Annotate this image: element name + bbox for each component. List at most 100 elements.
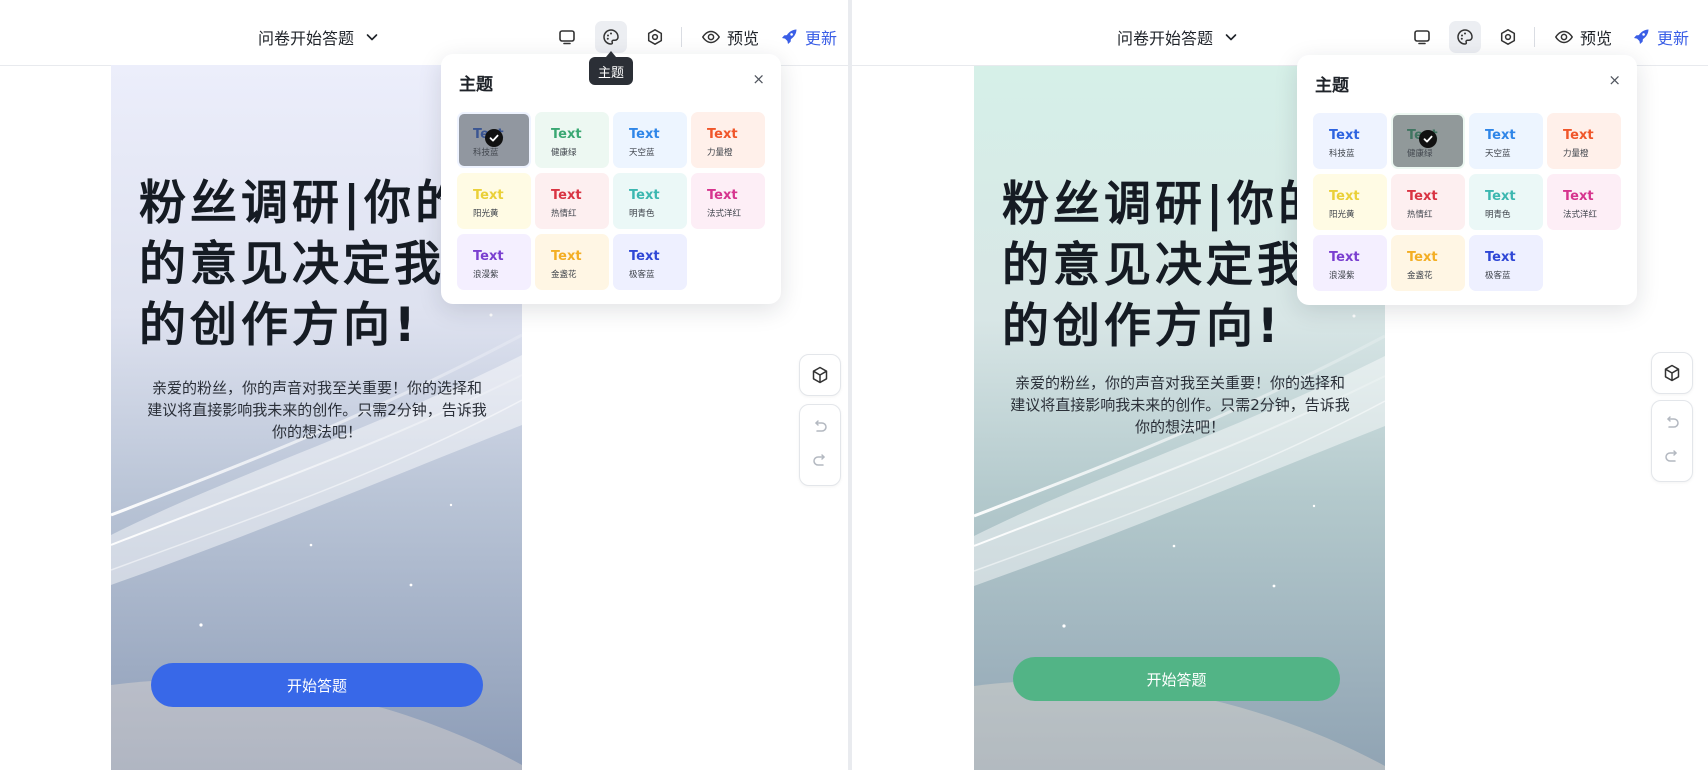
theme-tooltip: 主题	[589, 51, 633, 85]
page-select-dropdown[interactable]: 问卷开始答题	[258, 25, 380, 49]
theme-sample-text: Text	[707, 188, 738, 203]
preview-button[interactable]: 预览	[1554, 25, 1612, 49]
theme-button[interactable]	[1449, 21, 1481, 53]
theme-sample-text: Text	[1329, 189, 1360, 204]
theme-sample-text: Text	[1485, 189, 1516, 204]
theme-sample-text: Text	[1485, 250, 1516, 265]
close-icon[interactable]: ×	[1608, 71, 1621, 89]
theme-option[interactable]: Text 金盏花	[535, 234, 609, 290]
update-label: 更新	[805, 29, 838, 48]
cube-icon	[1664, 364, 1680, 382]
redo-icon	[1665, 450, 1677, 462]
theme-name-label: 健康绿	[551, 148, 577, 158]
theme-popup: 主题 × Text科技蓝Text健康绿Text天空蓝Text力量橙Text阳光黄…	[1297, 55, 1637, 305]
theme-name-label: 极客蓝	[629, 270, 655, 280]
editor-view-right: 问卷开始答题 预览 更新 粉丝调研|你的 的意见决定我 的创作方向! 亲爱的粉丝…	[852, 0, 1708, 770]
editor-view-left: 问卷开始答题 预览 更新 主题 粉丝调研|你的 的意见决定我 的创作方向! 亲爱…	[0, 0, 848, 770]
check-icon	[1419, 130, 1437, 148]
history-controls	[799, 404, 841, 486]
theme-option[interactable]: Text 极客蓝	[613, 234, 687, 290]
theme-name-label: 力量橙	[707, 148, 733, 158]
theme-name-label: 力量橙	[1563, 149, 1589, 159]
theme-option[interactable]: Text 金盏花	[1391, 235, 1465, 291]
theme-option[interactable]: Text 力量橙	[1547, 113, 1621, 169]
preview-label: 预览	[727, 29, 760, 48]
theme-sample-text: Text	[473, 188, 504, 203]
theme-option[interactable]: Text 热情红	[1391, 174, 1465, 230]
theme-button[interactable]	[595, 21, 627, 53]
device-toggle-button[interactable]	[1406, 21, 1438, 53]
theme-sample-text: Text	[1485, 128, 1516, 143]
settings-button[interactable]	[639, 21, 671, 53]
theme-name-label: 热情红	[1407, 210, 1433, 220]
check-icon	[485, 129, 503, 147]
close-icon[interactable]: ×	[752, 70, 765, 88]
components-button[interactable]	[1651, 352, 1693, 394]
theme-sample-text: Text	[1329, 250, 1360, 265]
theme-option[interactable]: Text科技蓝	[457, 112, 531, 168]
theme-option[interactable]: Text 法式洋红	[1547, 174, 1621, 230]
theme-name-label: 天空蓝	[629, 148, 655, 158]
theme-popup: 主题 × Text科技蓝Text健康绿Text天空蓝Text力量橙Text阳光黄…	[441, 54, 781, 304]
theme-sample-text: Text	[707, 127, 738, 142]
survey-description[interactable]: 亲爱的粉丝，你的声音对我至关重要！你的选择和建议将直接影响我未来的创作。只需2分…	[1010, 372, 1350, 438]
theme-option[interactable]: Text 阳光黄	[1313, 174, 1387, 230]
theme-sample-text: Text	[1563, 128, 1594, 143]
theme-popup-title: 主题	[1315, 76, 1349, 96]
eye-icon	[1554, 30, 1574, 44]
theme-option[interactable]: Text 天空蓝	[613, 112, 687, 168]
theme-name-label: 明青色	[1485, 210, 1511, 220]
rocket-icon	[782, 29, 797, 44]
components-button[interactable]	[799, 354, 841, 396]
theme-option[interactable]: Text科技蓝	[1313, 113, 1387, 169]
monitor-icon	[559, 30, 575, 45]
page-select-dropdown[interactable]: 问卷开始答题	[1117, 25, 1239, 49]
preview-button[interactable]: 预览	[701, 25, 759, 49]
undo-icon	[815, 420, 827, 432]
theme-option[interactable]: Text 天空蓝	[1469, 113, 1543, 169]
theme-name-label: 明青色	[629, 209, 655, 219]
start-survey-button[interactable]: 开始答题	[151, 663, 483, 707]
settings-button[interactable]	[1492, 21, 1524, 53]
theme-name-label: 浪漫紫	[473, 270, 499, 280]
theme-option[interactable]: Text健康绿	[535, 112, 609, 168]
theme-sample-text: Text	[551, 188, 582, 203]
update-button[interactable]: 更新	[779, 25, 837, 49]
theme-name-label: 浪漫紫	[1329, 271, 1355, 281]
theme-option[interactable]: Text 浪漫紫	[457, 234, 531, 290]
device-toggle-button[interactable]	[551, 21, 583, 53]
theme-name-label: 天空蓝	[1485, 149, 1511, 159]
theme-option[interactable]: Text 阳光黄	[457, 173, 531, 229]
undo-button[interactable]	[1662, 413, 1682, 433]
theme-sample-text: Text	[551, 249, 582, 264]
theme-option[interactable]: Text 热情红	[535, 173, 609, 229]
theme-name-label: 阳光黄	[1329, 210, 1355, 220]
theme-sample-text: Text	[629, 188, 660, 203]
palette-icon	[1457, 29, 1473, 45]
theme-name-label: 科技蓝	[1329, 149, 1355, 159]
theme-option[interactable]: Text 极客蓝	[1469, 235, 1543, 291]
history-controls	[1651, 400, 1693, 482]
start-survey-button[interactable]: 开始答题	[1013, 657, 1340, 701]
survey-description[interactable]: 亲爱的粉丝，你的声音对我至关重要！你的选择和建议将直接影响我未来的创作。只需2分…	[147, 377, 487, 443]
theme-sample-text: Text	[629, 249, 660, 264]
theme-option[interactable]: Text 明青色	[1469, 174, 1543, 230]
theme-sample-text: Text	[1563, 189, 1594, 204]
theme-option[interactable]: Text健康绿	[1391, 113, 1465, 169]
redo-button[interactable]	[1662, 447, 1682, 467]
theme-name-label: 阳光黄	[473, 209, 499, 219]
theme-option[interactable]: Text 浪漫紫	[1313, 235, 1387, 291]
undo-button[interactable]	[810, 417, 830, 437]
redo-button[interactable]	[810, 451, 830, 471]
theme-name-label: 热情红	[551, 209, 577, 219]
theme-option[interactable]: Text 明青色	[613, 173, 687, 229]
theme-option[interactable]: Text 力量橙	[691, 112, 765, 168]
theme-sample-text: Text	[473, 249, 504, 264]
theme-name-label: 法式洋红	[707, 209, 742, 219]
page-select-label: 问卷开始答题	[258, 29, 355, 48]
theme-option[interactable]: Text 法式洋红	[691, 173, 765, 229]
redo-icon	[813, 454, 825, 466]
rocket-icon	[1634, 29, 1649, 44]
cube-icon	[812, 366, 828, 384]
update-button[interactable]: 更新	[1631, 25, 1689, 49]
